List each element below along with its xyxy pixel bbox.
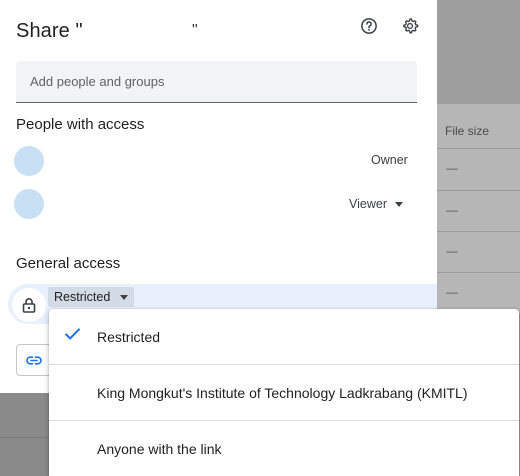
copy-link-button[interactable] <box>16 344 52 376</box>
menu-item-restricted[interactable]: Restricted <box>49 309 519 364</box>
file-size-cell: — <box>446 203 458 217</box>
settings-button[interactable] <box>397 13 423 39</box>
lock-icon-badge <box>12 288 46 322</box>
menu-item-label: King Mongkut's Institute of Technology L… <box>97 384 468 401</box>
viewer-role-label: Viewer <box>349 197 387 211</box>
dialog-title: Share " <box>16 20 83 42</box>
file-size-cell: — <box>446 285 458 299</box>
lock-icon <box>22 298 36 313</box>
owner-role-label: Owner <box>371 153 408 167</box>
menu-item-label: Anyone with the link <box>97 440 222 457</box>
help-icon <box>361 18 377 34</box>
avatar <box>14 146 44 176</box>
table-row-divider <box>437 148 520 149</box>
table-row-divider <box>437 190 520 191</box>
add-people-input[interactable] <box>16 61 417 102</box>
file-size-cell: — <box>446 244 458 258</box>
dialog-title-end-quote: " <box>192 22 198 39</box>
person-row-owner: Owner <box>0 139 437 183</box>
person-row-viewer: Viewer <box>0 182 437 226</box>
avatar <box>14 189 44 219</box>
table-row-divider <box>437 231 520 232</box>
add-people-field[interactable] <box>16 61 417 103</box>
help-button[interactable] <box>356 13 382 39</box>
viewer-role-dropdown[interactable]: Viewer <box>343 192 409 216</box>
menu-item-anyone-with-link[interactable]: Anyone with the link <box>49 421 519 476</box>
general-access-menu: Restricted King Mongkut's Institute of T… <box>49 309 519 476</box>
caret-down-icon <box>394 201 403 207</box>
general-access-heading: General access <box>16 255 121 272</box>
file-size-column-header: File size <box>445 124 490 138</box>
file-size-cell: — <box>446 161 458 175</box>
general-access-value: Restricted <box>54 290 111 304</box>
check-icon <box>64 328 81 340</box>
menu-item-label: Restricted <box>97 328 161 345</box>
table-row-divider <box>437 272 520 273</box>
menu-item-kmitl[interactable]: King Mongkut's Institute of Technology L… <box>49 365 519 420</box>
general-access-dropdown[interactable]: Restricted <box>48 287 135 307</box>
link-icon <box>26 355 42 365</box>
people-with-access-heading: People with access <box>16 116 145 133</box>
caret-down-icon <box>120 294 129 300</box>
gear-icon <box>403 18 419 34</box>
